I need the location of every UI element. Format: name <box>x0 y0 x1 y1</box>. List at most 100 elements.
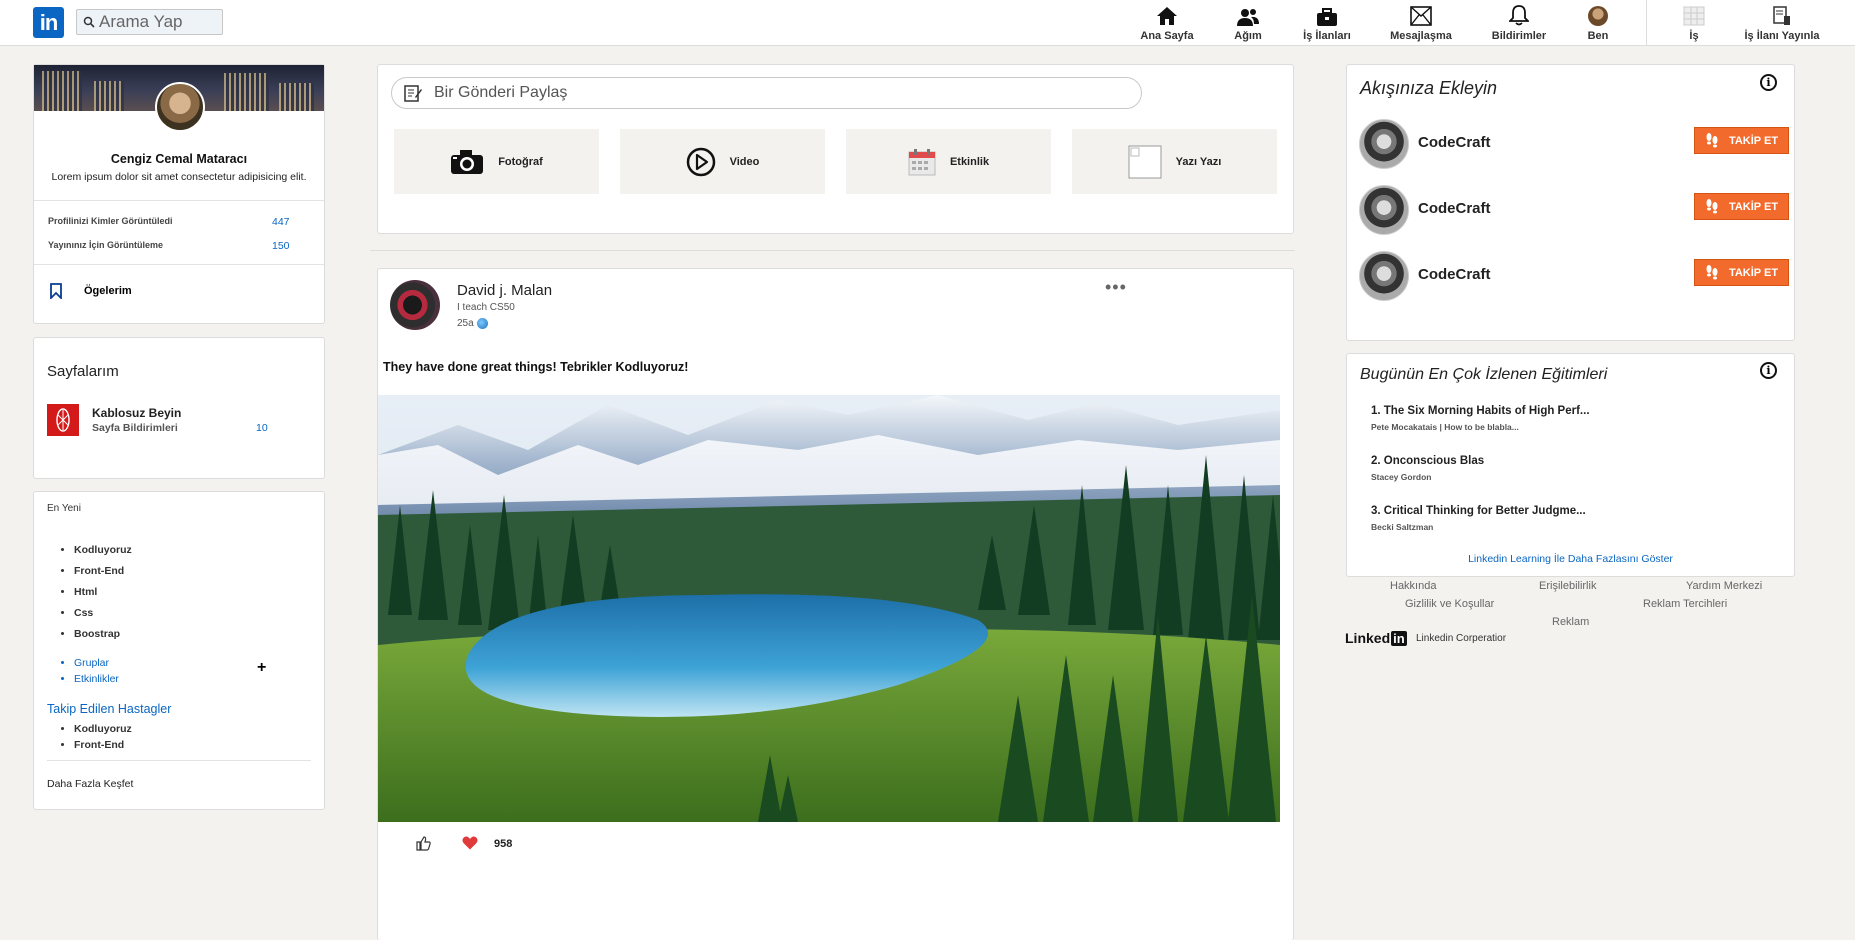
footer-help-link[interactable]: Yardım Merkezi <box>1686 580 1762 592</box>
courses-card: Bugünün En Çok İzlenen Eğitimleri i 1. T… <box>1346 353 1795 577</box>
learning-more-link[interactable]: Linkedin Learning İle Daha Fazlasını Gös… <box>1347 553 1794 565</box>
compose-icon <box>404 85 422 102</box>
landscape-image <box>378 395 1280 822</box>
brain-icon <box>56 408 70 432</box>
follow-button-label: TAKİP ET <box>1728 134 1779 147</box>
course-item[interactable]: 2. Onconscious Blas Stacey Gordon <box>1371 455 1484 482</box>
divider <box>34 264 324 265</box>
corporation-text: Linkedin Corperatior <box>1416 633 1507 644</box>
company-name[interactable]: CodeCraft <box>1418 200 1491 217</box>
page-notifications-label[interactable]: Sayfa Bildirimleri <box>92 422 178 434</box>
footer-ads-link[interactable]: Reklam <box>1552 616 1589 628</box>
follow-button[interactable]: TAKİP ET <box>1694 193 1789 220</box>
footer-ad-preferences-link[interactable]: Reklam Tercihleri <box>1643 598 1727 610</box>
company-avatar[interactable] <box>1359 251 1409 301</box>
post-image[interactable] <box>378 395 1280 822</box>
share-event-button[interactable]: Etkinlik <box>846 129 1051 194</box>
post-card: David j. Malan I teach CS50 25a ••• They… <box>377 268 1294 940</box>
info-icon[interactable]: i <box>1760 362 1777 379</box>
pages-card: Sayfalarım Kablosuz Beyin Sayfa Bildirim… <box>33 337 325 479</box>
nav-work[interactable]: İş <box>1649 2 1739 46</box>
tag-item[interactable]: Html <box>74 582 132 603</box>
share-input[interactable]: Bir Gönderi Paylaş <box>391 77 1142 109</box>
tag-item[interactable]: Css <box>74 603 132 624</box>
profile-avatar[interactable] <box>155 82 205 132</box>
company-avatar[interactable] <box>1359 185 1409 235</box>
post-author-name[interactable]: David j. Malan <box>457 282 552 299</box>
nav-network-label: Ağım <box>1234 30 1262 42</box>
course-title[interactable]: 1. The Six Morning Habits of High Perf..… <box>1371 405 1590 417</box>
camera-icon <box>451 149 484 174</box>
nav-post-job[interactable]: İş İlanı Yayınla <box>1737 2 1827 46</box>
follow-suggestion-item: CodeCraft TAKİP ET <box>1359 251 1789 301</box>
share-placeholder: Bir Gönderi Paylaş <box>434 84 568 101</box>
logo-box: in <box>1391 630 1407 646</box>
follow-button-label: TAKİP ET <box>1728 200 1779 213</box>
recent-links: Gruplar Etkinlikler <box>74 655 119 687</box>
nav-notifications[interactable]: Bildirimler <box>1474 2 1564 46</box>
envelope-icon <box>1410 6 1432 26</box>
nav-messaging[interactable]: Mesajlaşma <box>1376 2 1466 46</box>
events-link[interactable]: Etkinlikler <box>74 671 119 687</box>
follow-suggestions-card: Akışınıza Ekleyin i CodeCraft TAKİP ET C… <box>1346 64 1795 341</box>
share-article-button[interactable]: Yazı Yazı <box>1072 129 1277 194</box>
search-input[interactable] <box>99 12 214 32</box>
course-author: Pete Mocakatais | How to be blabla... <box>1371 422 1519 432</box>
company-avatar[interactable] <box>1359 119 1409 169</box>
follow-suggestion-item: CodeCraft TAKİP ET <box>1359 185 1789 235</box>
company-name[interactable]: CodeCraft <box>1418 134 1491 151</box>
tag-item[interactable]: Kodluyoruz <box>74 540 132 561</box>
nav-me[interactable]: Ben <box>1553 2 1643 46</box>
nav-messaging-label: Mesajlaşma <box>1390 30 1452 42</box>
course-author: Becki Saltzman <box>1371 522 1434 532</box>
stat-label[interactable]: Yayınınız İçin Görüntüleme <box>48 240 163 250</box>
linkedin-footer-logo: Linked in <box>1345 630 1407 646</box>
followed-hashtags-heading[interactable]: Takip Edilen Hastagler <box>47 702 171 716</box>
footer-accessibility-link[interactable]: Erişilebilirlik <box>1539 580 1596 592</box>
logo-text: Linked <box>1345 630 1391 646</box>
info-icon[interactable]: i <box>1760 74 1777 91</box>
groups-link[interactable]: Gruplar <box>74 655 119 671</box>
search-box[interactable] <box>76 9 223 35</box>
company-name[interactable]: CodeCraft <box>1418 266 1491 283</box>
saved-items[interactable]: Ögelerim <box>50 283 132 299</box>
profile-name[interactable]: Cengiz Cemal Mataracı <box>34 152 324 166</box>
nav-jobs[interactable]: İş İlanları <box>1282 2 1372 46</box>
linkedin-logo[interactable]: in <box>33 7 64 38</box>
explore-more-link[interactable]: Daha Fazla Keşfet <box>47 778 133 790</box>
course-item[interactable]: 1. The Six Morning Habits of High Perf..… <box>1371 405 1590 432</box>
nav-network[interactable]: Ağım <box>1203 2 1293 46</box>
add-event-icon[interactable]: + <box>257 659 266 677</box>
share-video-button[interactable]: Video <box>620 129 825 194</box>
course-title[interactable]: 3. Critical Thinking for Better Judgme..… <box>1371 505 1586 517</box>
nav-home[interactable]: Ana Sayfa <box>1122 2 1212 46</box>
home-icon <box>1157 7 1177 25</box>
like-button[interactable] <box>416 836 431 851</box>
more-options-icon[interactable]: ••• <box>1105 277 1127 298</box>
stat-label[interactable]: Profilinizi Kimler Görüntüledi <box>48 216 173 226</box>
tag-item[interactable]: Kodluyoruz <box>74 721 132 737</box>
follow-button[interactable]: TAKİP ET <box>1694 127 1789 154</box>
footer-about-link[interactable]: Hakkında <box>1390 580 1436 592</box>
divider <box>34 200 324 201</box>
course-title[interactable]: 2. Onconscious Blas <box>1371 455 1484 467</box>
share-article-label: Yazı Yazı <box>1175 155 1222 168</box>
post-author-avatar[interactable] <box>390 280 440 330</box>
recent-tags: Kodluyoruz Front-End Html Css Boostrap <box>74 540 132 645</box>
tag-item[interactable]: Front-End <box>74 737 132 753</box>
nav-me-label: Ben <box>1587 30 1609 42</box>
stat-value[interactable]: 150 <box>272 240 290 252</box>
course-item[interactable]: 3. Critical Thinking for Better Judgme..… <box>1371 505 1586 532</box>
share-photo-button[interactable]: Fotoğraf <box>394 129 599 194</box>
love-button[interactable] <box>462 836 478 850</box>
people-icon <box>1237 9 1259 26</box>
stat-value[interactable]: 447 <box>272 216 290 228</box>
page-name[interactable]: Kablosuz Beyin <box>92 406 181 420</box>
search-icon <box>83 16 95 28</box>
footer-privacy-link[interactable]: Gizlilik ve Koşullar <box>1405 598 1494 610</box>
pages-title: Sayfalarım <box>47 363 119 380</box>
tag-item[interactable]: Front-End <box>74 561 132 582</box>
page-logo[interactable] <box>47 404 79 436</box>
tag-item[interactable]: Boostrap <box>74 624 132 645</box>
follow-button[interactable]: TAKİP ET <box>1694 259 1789 286</box>
